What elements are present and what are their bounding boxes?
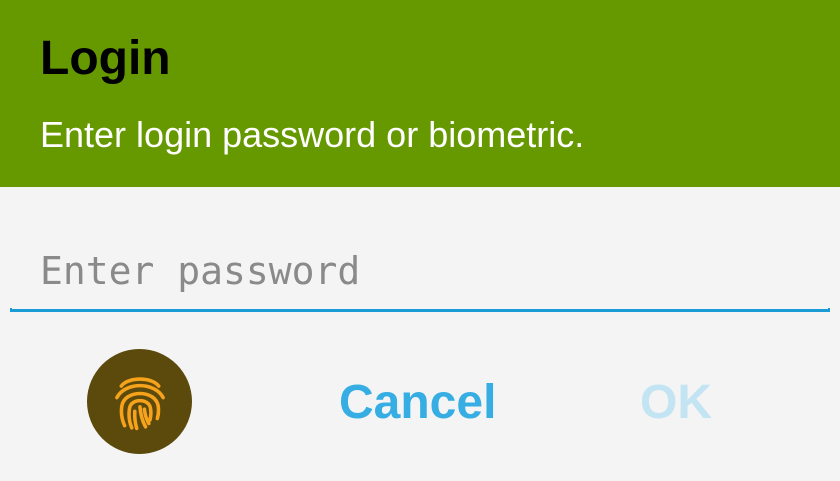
password-field-container — [10, 236, 830, 312]
fingerprint-icon — [114, 376, 165, 430]
ok-button[interactable]: OK — [640, 370, 712, 436]
dialog-header: Login Enter login password or biometric. — [0, 0, 840, 187]
login-dialog: Login Enter login password or biometric.… — [0, 0, 840, 481]
dialog-subtitle: Enter login password or biometric. — [40, 114, 585, 155]
dialog-title: Login — [40, 32, 171, 85]
cancel-button[interactable]: Cancel — [339, 370, 496, 436]
password-input-underline — [10, 308, 830, 312]
password-input[interactable] — [10, 236, 830, 306]
fingerprint-button[interactable] — [87, 349, 192, 454]
